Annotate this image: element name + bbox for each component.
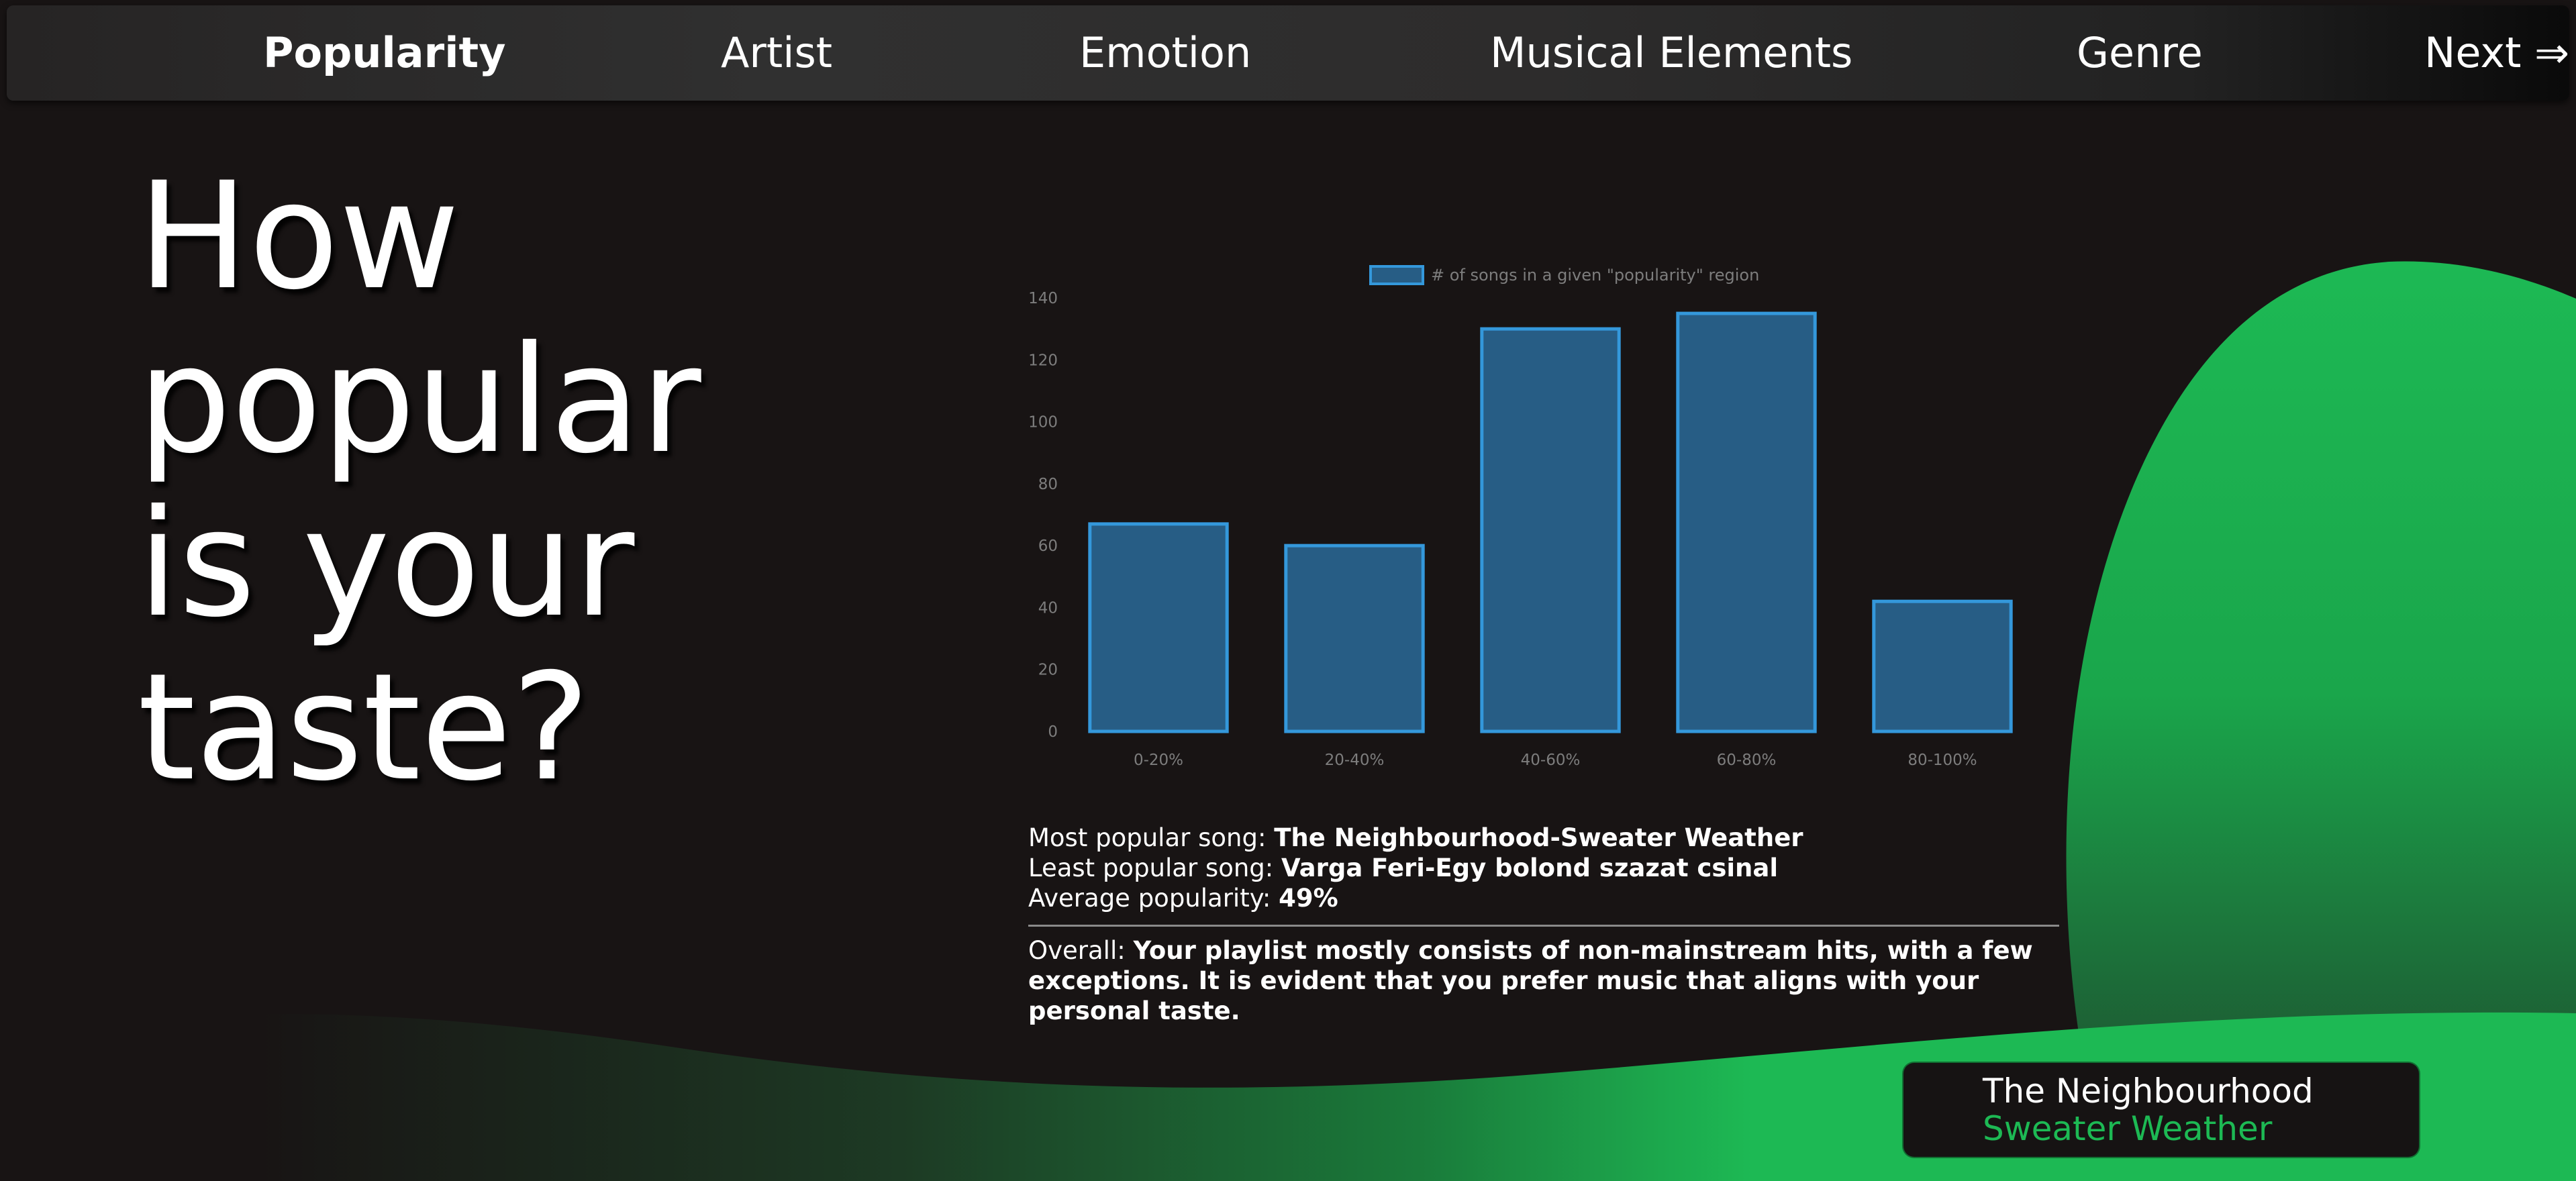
average-popularity-line: Average popularity: 49% xyxy=(1028,883,2062,913)
y-tick-label: 80 xyxy=(1038,476,1058,493)
popularity-bar-chart: # of songs in a given "popularity" regio… xyxy=(1028,265,2013,769)
most-popular-line: Most popular song: The Neighbourhood-Swe… xyxy=(1028,823,2062,853)
least-popular-line: Least popular song: Varga Feri-Egy bolon… xyxy=(1028,853,2062,883)
average-popularity-label: Average popularity: xyxy=(1028,884,1271,913)
now-playing-artist: The Neighbourhood xyxy=(1983,1072,2314,1111)
next-button[interactable]: Next ⇒ xyxy=(2424,5,2569,101)
legend-label: # of songs in a given "popularity" regio… xyxy=(1431,266,1759,285)
least-popular-song: Varga Feri-Egy bolond szazat csinal xyxy=(1281,854,1779,882)
chart-bars xyxy=(1088,311,2013,733)
y-axis: 0 20 40 60 80 100 120 140 xyxy=(1028,290,1058,741)
x-tick-label: 0-20% xyxy=(1134,752,1183,769)
overall-text: Your playlist mostly consists of non-mai… xyxy=(1028,936,2033,1025)
y-tick-label: 40 xyxy=(1038,599,1058,617)
y-tick-label: 140 xyxy=(1028,290,1058,307)
bar-0-20%[interactable] xyxy=(1088,522,1229,733)
y-tick-label: 0 xyxy=(1048,723,1058,741)
nav-tab-popularity[interactable]: Popularity xyxy=(263,5,506,101)
nav-tab-emotion[interactable]: Emotion xyxy=(1079,5,1251,101)
bar-40-60%[interactable] xyxy=(1480,327,1621,733)
legend-swatch xyxy=(1369,265,1424,285)
bar-80-100%[interactable] xyxy=(1872,599,2013,733)
right-green-blob xyxy=(2066,261,2576,1047)
overall-summary: Overall: Your playlist mostly consists o… xyxy=(1028,935,2062,1026)
x-tick-label: 80-100% xyxy=(1908,752,1977,769)
x-tick-label: 40-60% xyxy=(1521,752,1581,769)
bar-60-80%[interactable] xyxy=(1676,311,1817,733)
now-playing-card[interactable]: The Neighbourhood Sweater Weather xyxy=(1903,1063,2419,1157)
nav-tab-artist[interactable]: Artist xyxy=(721,5,832,101)
nav-tab-genre[interactable]: Genre xyxy=(2077,5,2203,101)
nav-tab-musical-elements[interactable]: Musical Elements xyxy=(1490,5,1852,101)
top-navbar: Popularity Artist Emotion Musical Elemen… xyxy=(7,5,2569,101)
y-tick-label: 60 xyxy=(1038,537,1058,555)
most-popular-song: The Neighbourhood-Sweater Weather xyxy=(1274,823,1803,852)
y-tick-label: 20 xyxy=(1038,662,1058,679)
x-tick-label: 20-40% xyxy=(1325,752,1385,769)
page-title: How popular is your taste? xyxy=(138,150,701,813)
stats-divider xyxy=(1028,925,2059,927)
chart-legend: # of songs in a given "popularity" regio… xyxy=(1369,265,1759,285)
now-playing-song: Sweater Weather xyxy=(1983,1109,2273,1148)
average-popularity-value: 49% xyxy=(1279,884,1338,913)
least-popular-label: Least popular song: xyxy=(1028,854,1274,882)
x-tick-label: 60-80% xyxy=(1717,752,1777,769)
y-tick-label: 120 xyxy=(1028,352,1058,369)
bar-20-40%[interactable] xyxy=(1284,544,1425,733)
popularity-stats: Most popular song: The Neighbourhood-Swe… xyxy=(1028,823,2062,913)
y-tick-label: 100 xyxy=(1028,414,1058,431)
overall-label: Overall: xyxy=(1028,936,1126,965)
x-axis: 0-20% 20-40% 40-60% 60-80% 80-100% xyxy=(1134,752,1977,769)
most-popular-label: Most popular song: xyxy=(1028,823,1267,852)
